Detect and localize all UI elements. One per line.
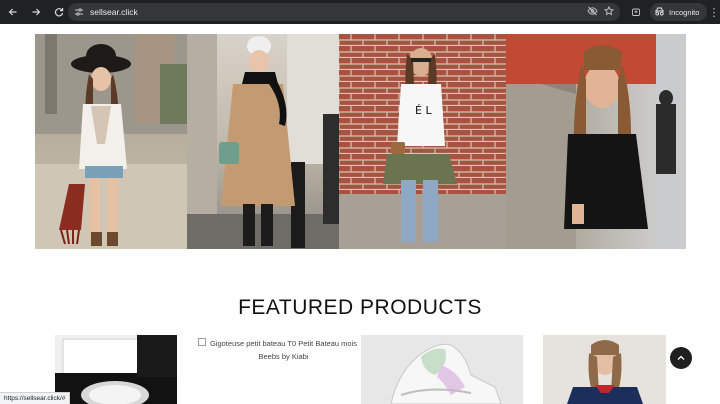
product-card-watch[interactable] <box>55 335 177 404</box>
scroll-to-top-button[interactable] <box>670 347 692 369</box>
product-image-alt-text: Gigoteuse petit bateau T0 Petit Bateau m… <box>209 339 358 361</box>
product-card-sneaker[interactable] <box>361 335 523 404</box>
eye-off-icon[interactable] <box>587 6 598 19</box>
address-bar[interactable]: sellsear.click <box>68 3 620 21</box>
incognito-badge[interactable]: Incognito <box>650 3 708 21</box>
kebab-menu-icon[interactable]: ⋮ <box>709 3 720 21</box>
fashion-photo-black-hoodie[interactable] <box>506 34 686 249</box>
link-status-bar: https://sellsear.click/# <box>0 392 71 404</box>
fashion-photo-brick-wall[interactable]: É L <box>339 34 506 249</box>
fashion-photo-boho-hat[interactable] <box>35 34 187 249</box>
svg-text:É L: É L <box>415 104 432 117</box>
back-arrow-icon[interactable] <box>3 2 23 22</box>
reload-icon[interactable] <box>49 2 69 22</box>
site-settings-icon[interactable] <box>70 3 88 21</box>
product-card-girl-sweater[interactable] <box>543 335 666 404</box>
incognito-icon <box>654 7 665 18</box>
incognito-label: Incognito <box>669 7 700 17</box>
product-card-broken-image[interactable]: Gigoteuse petit bateau T0 Petit Bateau m… <box>196 335 360 404</box>
featured-products-title: FEATURED PRODUCTS <box>238 296 482 319</box>
forward-arrow-icon[interactable] <box>26 2 46 22</box>
fashion-photo-camel-coat[interactable] <box>187 34 339 249</box>
fashion-gallery: É L <box>35 34 686 249</box>
extension-icon[interactable] <box>626 2 646 22</box>
address-url[interactable]: sellsear.click <box>90 7 138 17</box>
star-icon[interactable] <box>603 5 615 19</box>
chevron-up-icon <box>677 355 685 360</box>
broken-image-icon <box>198 338 206 346</box>
